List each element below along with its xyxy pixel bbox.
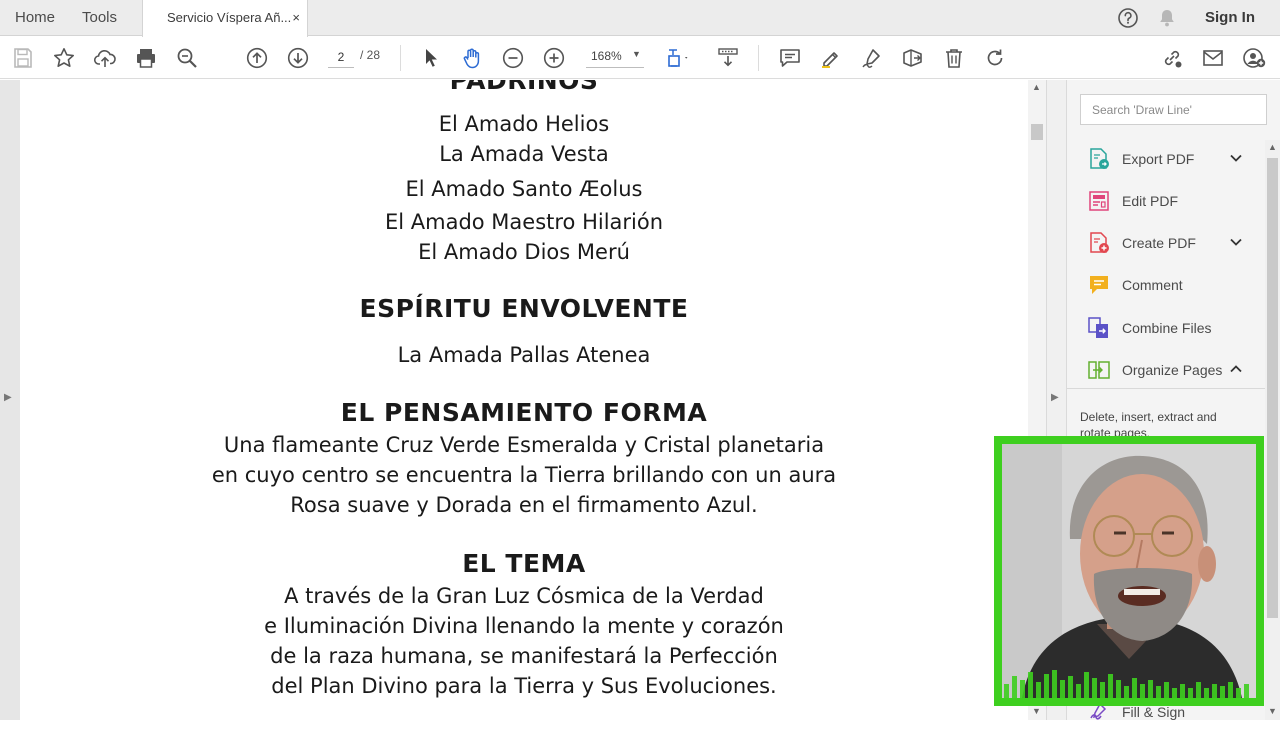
zoom-level: 168% [591, 49, 622, 63]
tool-label: Comment [1122, 277, 1183, 293]
tool-label: Create PDF [1122, 235, 1196, 251]
chevron-up-icon[interactable] [1229, 362, 1243, 376]
scroll-down-icon[interactable]: ▼ [1032, 706, 1041, 716]
zoom-select[interactable]: 168% ▼ [586, 46, 644, 68]
document-viewer[interactable]: ▶ PADRINOS El Amado Helios La Amada Vest… [0, 80, 1046, 720]
text-line: El Amado Helios [438, 112, 610, 136]
scroll-up-icon[interactable]: ▲ [1032, 82, 1041, 92]
tools-pane-scrollbar[interactable]: ▲ ▼ [1265, 140, 1280, 720]
tools-search-input[interactable] [1080, 94, 1267, 125]
stamp-icon[interactable] [901, 46, 925, 70]
tool-label: Edit PDF [1122, 193, 1179, 209]
scroll-mode-icon[interactable] [716, 46, 740, 70]
rotate-icon[interactable] [983, 46, 1007, 70]
search-zoom-icon[interactable] [175, 46, 199, 70]
toolbar-divider [400, 45, 401, 71]
text-line: El Amado Maestro Hilarión [384, 210, 664, 234]
toolbar: / 28 168% ▼ [0, 37, 1280, 79]
hand-icon[interactable] [460, 46, 484, 70]
text-line: en cuyo centro se encuentra la Tierra br… [211, 463, 837, 487]
scrollbar-thumb[interactable] [1267, 158, 1278, 618]
cloud-upload-icon[interactable] [93, 46, 117, 70]
text-line: e Iluminación Divina llenando la mente y… [264, 614, 784, 638]
scroll-up-icon[interactable]: ▲ [1268, 142, 1277, 152]
page-total: / 28 [360, 48, 381, 62]
comment-tool-icon [1087, 273, 1111, 297]
create-pdf-icon [1087, 231, 1111, 255]
zoom-out-icon[interactable] [501, 46, 525, 70]
share-link-icon[interactable] [1160, 46, 1184, 70]
tool-organize-pages[interactable]: Organize Pages [1087, 356, 1259, 384]
tool-combine-files[interactable]: Combine Files [1087, 314, 1259, 342]
page-number-input[interactable] [328, 46, 354, 68]
text-line: La Amada Pallas Atenea [397, 343, 651, 367]
page-up-icon[interactable] [245, 46, 269, 70]
heading-pensamiento-forma: EL PENSAMIENTO FORMA [340, 398, 708, 427]
document-tab-title: Servicio Víspera Añ... [167, 10, 292, 25]
text-line: Rosa suave y Dorada en el firmamento Azu… [290, 493, 758, 517]
scrollbar-thumb[interactable] [1031, 124, 1043, 140]
heading-espiritu-envolvente: ESPÍRITU ENVOLVENTE [359, 294, 689, 323]
text-line: El Amado Santo Æolus [405, 177, 643, 201]
scroll-down-icon[interactable]: ▼ [1268, 706, 1277, 716]
export-pdf-icon [1087, 147, 1111, 171]
text-line: del Plan Divino para la Tierra y Sus Evo… [271, 674, 777, 698]
organize-pages-icon [1087, 358, 1111, 382]
divider [1067, 388, 1267, 389]
tool-edit-pdf[interactable]: Edit PDF [1087, 187, 1259, 215]
toolbar-divider [758, 45, 759, 71]
presenter-video [1002, 444, 1256, 698]
tool-comment[interactable]: Comment [1087, 271, 1259, 299]
page-down-icon[interactable] [286, 46, 310, 70]
zoom-in-icon[interactable] [542, 46, 566, 70]
tool-create-pdf[interactable]: Create PDF [1087, 229, 1259, 257]
highlight-pen-icon[interactable] [819, 46, 843, 70]
text-line: Una flameante Cruz Verde Esmeralda y Cri… [223, 433, 825, 457]
tool-label: Fill & Sign [1122, 704, 1186, 720]
print-icon[interactable] [134, 46, 158, 70]
text-line: de la raza humana, se manifestará la Per… [270, 644, 778, 668]
chevron-down-icon[interactable] [1229, 235, 1243, 249]
right-panel-collapse-icon[interactable]: ▶ [1051, 392, 1059, 403]
tool-label: Export PDF [1122, 151, 1195, 167]
tab-bar: Home Tools Servicio Víspera Añ... × Sign… [0, 0, 1280, 37]
text-line: La Amada Vesta [439, 142, 609, 166]
help-icon[interactable] [1117, 7, 1139, 29]
tool-label: Organize Pages [1122, 362, 1223, 378]
select-cursor-icon[interactable] [419, 46, 443, 70]
sign-in-button[interactable]: Sign In [1205, 0, 1255, 36]
sign-icon[interactable] [860, 46, 884, 70]
text-line: El Amado Dios Merú [418, 240, 630, 264]
close-tab-icon[interactable]: × [292, 0, 300, 36]
combine-files-icon [1087, 316, 1111, 340]
tool-export-pdf[interactable]: Export PDF [1087, 145, 1259, 173]
email-icon[interactable] [1201, 46, 1225, 70]
left-panel-expand-icon[interactable]: ▶ [4, 392, 12, 403]
add-user-icon[interactable] [1242, 46, 1266, 70]
fit-page-icon[interactable] [666, 46, 690, 70]
webcam-overlay [994, 436, 1264, 706]
edit-pdf-icon [1087, 189, 1111, 213]
bell-icon[interactable] [1156, 7, 1178, 29]
star-icon[interactable] [52, 46, 76, 70]
chevron-down-icon: ▼ [632, 49, 641, 59]
tab-tools[interactable]: Tools [82, 0, 117, 36]
chevron-down-icon[interactable] [1229, 151, 1243, 165]
heading-padrinos: PADRINOS [449, 80, 599, 95]
heading-el-tema: EL TEMA [462, 549, 586, 578]
comment-icon[interactable] [778, 46, 802, 70]
pdf-page: PADRINOS El Amado Helios La Amada Vesta … [20, 80, 1028, 720]
save-icon[interactable] [11, 46, 35, 70]
tab-home[interactable]: Home [15, 0, 55, 36]
delete-icon[interactable] [942, 46, 966, 70]
tab-document[interactable]: Servicio Víspera Añ... × [142, 0, 308, 37]
tool-label: Combine Files [1122, 320, 1212, 336]
text-line: A través de la Gran Luz Cósmica de la Ve… [284, 584, 764, 608]
